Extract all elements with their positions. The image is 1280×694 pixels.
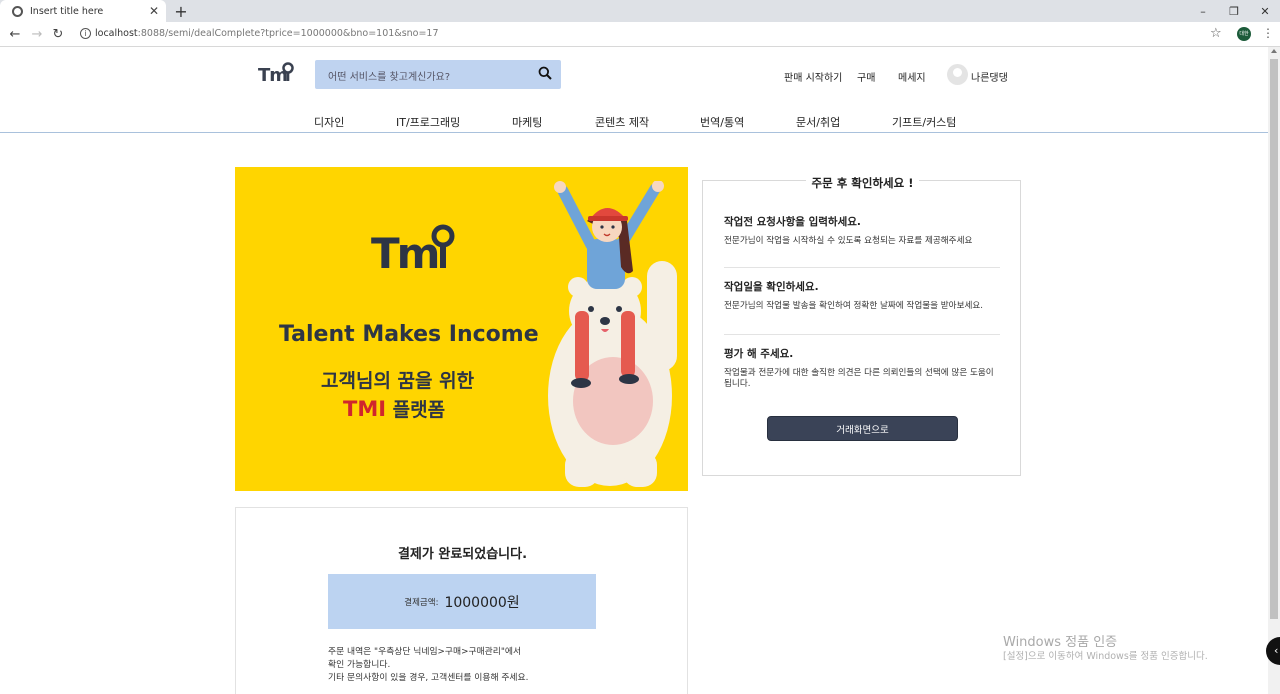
user-avatar[interactable] [947, 64, 968, 85]
scroll-up-arrow-icon[interactable] [1271, 49, 1277, 53]
note-line: 기타 문의사항이 있을 경우, 고객센터를 이용해 주세요. [328, 673, 529, 683]
banner-line-2: TMI 플랫폼 [343, 395, 445, 422]
window-minimize-button[interactable]: – [1188, 0, 1218, 22]
step-heading: 평가 해 주세요. [724, 348, 794, 360]
step-body: 전문가님이 작업을 시작하실 수 있도록 요청되는 자료를 제공해주세요 [724, 236, 973, 246]
category-content[interactable]: 콘텐츠 제작 [595, 114, 649, 130]
banner-line-2-rest: 플랫폼 [386, 399, 446, 421]
search-icon[interactable] [538, 66, 552, 80]
go-to-deal-button[interactable]: 거래화면으로 [767, 416, 958, 441]
back-arrow-icon[interactable]: ← [6, 25, 24, 43]
amount-label: 결제금액: [404, 597, 439, 608]
category-documents[interactable]: 문서/취업 [796, 114, 840, 130]
category-nav: 디자인 IT/프로그래밍 마케팅 콘텐츠 제작 번역/통역 문서/취업 기프트/… [0, 110, 1268, 133]
step-body: 작업물과 전문가에 대한 솔직한 의견은 다른 의뢰인들의 선택에 많은 도움이… [724, 368, 994, 389]
browser-tab[interactable]: Insert title here ✕ [0, 0, 166, 22]
checklist-step: 작업일을 확인하세요. 전문가님의 작업물 발송을 확인하여 정확한 날짜에 작… [724, 279, 1000, 312]
bookmark-star-icon[interactable]: ☆ [1210, 26, 1222, 41]
new-tab-button[interactable]: + [172, 2, 190, 21]
bear-and-girl-illustration [548, 181, 677, 487]
browser-tab-strip: Insert title here ✕ + – ❐ ✕ [0, 0, 1280, 22]
amount-value: 1000000원 [444, 594, 520, 611]
category-design[interactable]: 디자인 [314, 114, 344, 130]
tmi-logo-icon: Tm [258, 62, 294, 86]
site-logo[interactable]: Tm [258, 60, 294, 86]
banner-slogan: Talent Makes Income [279, 322, 539, 347]
window-restore-button[interactable]: ❐ [1219, 0, 1249, 22]
search-input[interactable]: 어떤 서비스를 찾고계신가요? [328, 68, 450, 83]
username-link[interactable]: 나른댕댕 [971, 69, 1008, 84]
divider [724, 334, 1000, 335]
banner-logo-icon: Tm [371, 224, 455, 274]
search-bar[interactable]: 어떤 서비스를 찾고계신가요? [315, 60, 561, 89]
address-bar: ← → ↻ i localhost:8088/semi/dealComplete… [0, 22, 1280, 47]
start-selling-link[interactable]: 판매 시작하기 [784, 69, 842, 84]
window-close-button[interactable]: ✕ [1250, 0, 1280, 22]
url-host: localhost [95, 28, 138, 39]
menu-kebab-icon[interactable]: ⋮ [1262, 26, 1274, 40]
order-checklist: 주문 후 확인하세요 ! 작업전 요청사항을 입력하세요. 전문가님이 작업을 … [702, 176, 1021, 476]
payment-title: 결제가 완료되었습니다. [397, 547, 528, 562]
checklist-step: 평가 해 주세요. 작업물과 전문가에 대한 솔직한 의견은 다른 의뢰인들의 … [724, 346, 1000, 390]
category-translation[interactable]: 번역/통역 [700, 114, 744, 130]
note-line: 확인 가능합니다. [328, 660, 391, 670]
note-line: 주문 내역은 "우측상단 닉네임>구매>구매관리"에서 [328, 647, 522, 657]
url-field[interactable]: localhost:8088/semi/dealComplete?tprice=… [95, 28, 439, 39]
category-marketing[interactable]: 마케팅 [512, 114, 542, 130]
message-link[interactable]: 메세지 [898, 69, 926, 84]
info-icon[interactable]: i [80, 28, 91, 39]
payment-amount-box: 결제금액: 1000000원 [328, 574, 596, 629]
category-gift-custom[interactable]: 기프트/커스텀 [892, 114, 956, 130]
category-it-programming[interactable]: IT/프로그래밍 [396, 114, 460, 130]
step-heading: 작업일을 확인하세요. [724, 281, 819, 293]
checklist-title: 주문 후 확인하세요 ! [805, 176, 920, 190]
profile-avatar[interactable]: 대한 [1237, 27, 1251, 41]
svg-text:Tm: Tm [371, 229, 438, 274]
scrollbar-thumb[interactable] [1270, 59, 1278, 619]
checklist-step: 작업전 요청사항을 입력하세요. 전문가님이 작업을 시작하실 수 있도록 요청… [724, 214, 1000, 247]
forward-arrow-icon[interactable]: → [28, 25, 46, 43]
page-scrollbar[interactable] [1268, 47, 1280, 694]
promo-banner: Tm Talent Makes Income 고객님의 꿈을 위한 TMI 플랫… [235, 167, 688, 491]
step-body: 전문가님의 작업물 발송을 확인하여 정확한 날짜에 작업물을 받아보세요. [724, 301, 984, 311]
divider [724, 267, 1000, 268]
globe-icon [12, 5, 23, 17]
reload-icon[interactable]: ↻ [49, 25, 67, 43]
payment-note: 주문 내역은 "우측상단 닉네임>구매>구매관리"에서 확인 가능합니다. 기타… [328, 646, 528, 685]
tab-title: Insert title here [30, 5, 104, 17]
step-heading: 작업전 요청사항을 입력하세요. [724, 216, 861, 228]
banner-tmi-red: TMI [343, 397, 387, 421]
banner-line-1: 고객님의 꿈을 위한 [321, 370, 475, 392]
payment-complete-panel: 결제가 완료되었습니다. 결제금액: 1000000원 주문 내역은 "우측상단… [235, 507, 688, 694]
url-path: :8088/semi/dealComplete?tprice=1000000&b… [137, 28, 439, 39]
windows-activation-subtitle: [설정]으로 이동하여 Windows를 정품 인증합니다. [1003, 651, 1208, 662]
tab-close-icon[interactable]: ✕ [146, 4, 162, 18]
purchase-link[interactable]: 구매 [857, 69, 875, 84]
